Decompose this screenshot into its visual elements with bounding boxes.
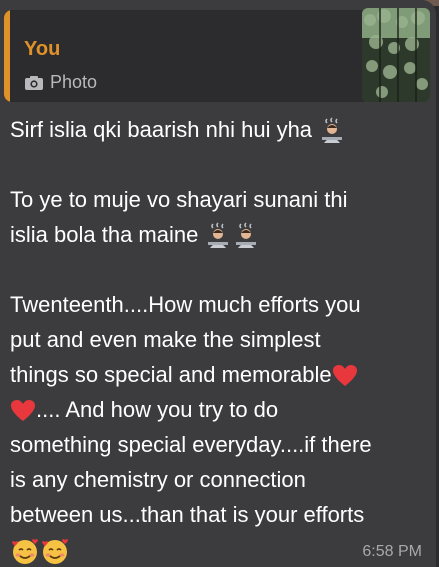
chat-screen: You Photo Sirf islia qki baarish nhi hui… bbox=[0, 0, 439, 567]
line-text: To ye to muje vo shayari sunani thi bbox=[10, 187, 348, 212]
text-line: is any chemistry or connection bbox=[10, 462, 430, 497]
line-text: put and even make the simplest bbox=[10, 327, 321, 352]
text-line: .... And how you try to do bbox=[10, 392, 430, 427]
red-heart-emoji-icon bbox=[332, 365, 357, 387]
paragraph-3: Twenteenth....How much efforts you put a… bbox=[10, 287, 430, 567]
line-text: Sirf islia qki baarish nhi hui yha bbox=[10, 117, 313, 142]
smiling-face-with-hearts-emoji-icon bbox=[42, 539, 68, 565]
camera-icon bbox=[25, 75, 43, 90]
line-text: things so special and memorable bbox=[10, 362, 332, 387]
line-text: between us...than that is your efforts bbox=[10, 502, 365, 527]
text-line: Sirf islia qki baarish nhi hui yha bbox=[10, 112, 430, 147]
paragraph-1: Sirf islia qki baarish nhi hui yha bbox=[10, 112, 430, 147]
quote-sender: You bbox=[24, 38, 61, 60]
text-line: between us...than that is your efforts bbox=[10, 497, 430, 532]
photo-thumbnail[interactable] bbox=[362, 8, 430, 102]
red-heart-emoji-icon bbox=[11, 400, 35, 422]
person-in-steamy-room-emoji-icon bbox=[322, 117, 343, 144]
text-line: things so special and memorable bbox=[10, 357, 430, 392]
message-text[interactable]: Sirf islia qki baarish nhi hui yha To ye… bbox=[10, 112, 430, 567]
line-text: something special everyday....if there bbox=[10, 432, 372, 457]
quote-media-type: Photo bbox=[24, 72, 97, 93]
smiling-face-with-hearts-emoji-icon bbox=[12, 539, 38, 565]
text-line: put and even make the simplest bbox=[10, 322, 430, 357]
message-bubble[interactable]: You Photo Sirf islia qki baarish nhi hui… bbox=[0, 0, 436, 567]
text-line: something special everyday....if there bbox=[10, 427, 430, 462]
photo-thumbnail-image bbox=[362, 8, 430, 102]
line-text: is any chemistry or connection bbox=[10, 467, 306, 492]
quote-media-label: Photo bbox=[50, 72, 98, 92]
person-in-steamy-room-emoji-icon bbox=[208, 222, 229, 249]
quote-accent-bar bbox=[4, 10, 10, 102]
line-text: Twenteenth....How much efforts you bbox=[10, 292, 361, 317]
message-timestamp: 6:58 PM bbox=[362, 543, 422, 560]
text-line: To ye to muje vo shayari sunani thi bbox=[10, 182, 430, 217]
line-text: .... And how you try to do bbox=[36, 397, 279, 422]
line-text: islia bola tha maine bbox=[10, 222, 199, 247]
person-in-steamy-room-emoji-icon bbox=[236, 222, 257, 249]
text-line: islia bola tha maine bbox=[10, 217, 430, 252]
text-line: Twenteenth....How much efforts you bbox=[10, 287, 430, 322]
paragraph-2: To ye to muje vo shayari sunani thi isli… bbox=[10, 182, 430, 252]
